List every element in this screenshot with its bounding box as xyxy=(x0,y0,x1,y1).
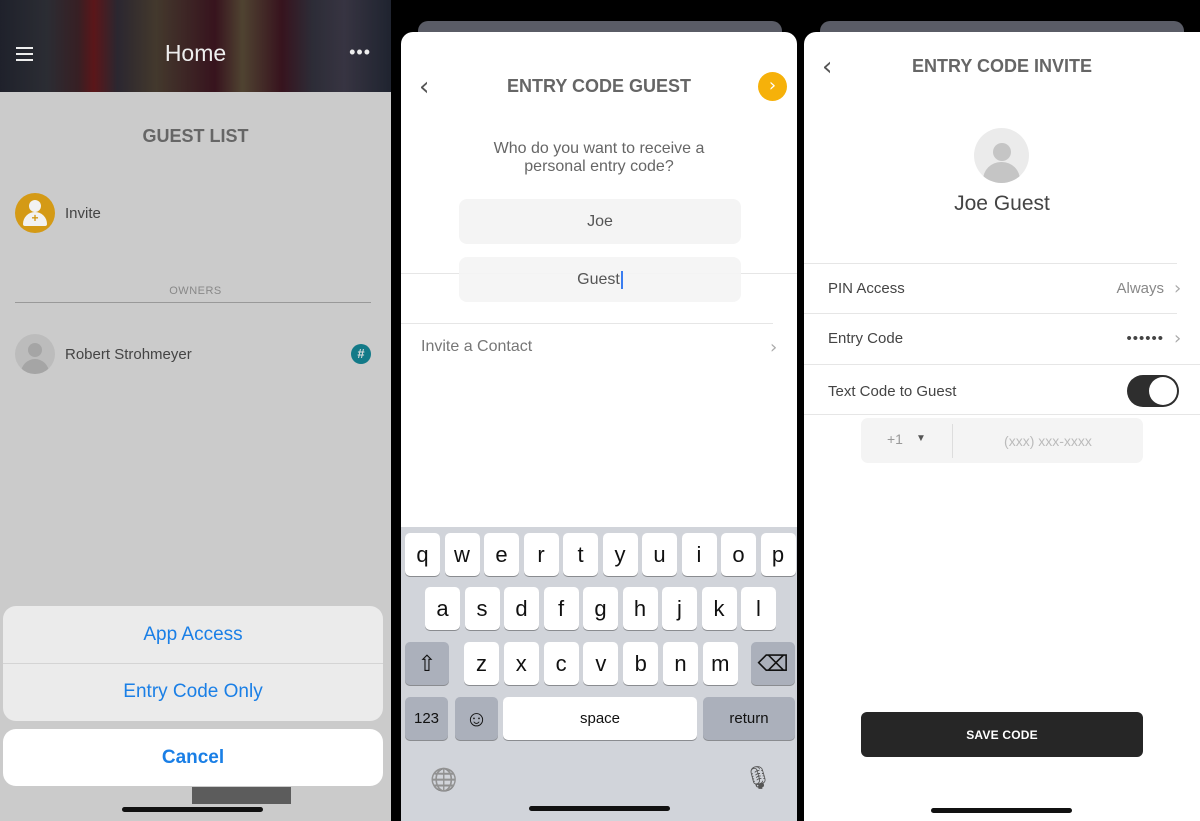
key-u[interactable]: u xyxy=(642,533,677,576)
key-e[interactable]: e xyxy=(484,533,519,576)
guest-list-screen: Home ••• GUEST LIST + Invite OWNERS Robe… xyxy=(0,0,391,821)
prompt-line-1: Who do you want to receive a xyxy=(493,140,705,157)
text-code-row: Text Code to Guest xyxy=(804,370,1200,414)
key-o[interactable]: o xyxy=(721,533,756,576)
key-y[interactable]: y xyxy=(602,533,638,576)
entry-code-only-option[interactable]: Entry Code Only xyxy=(3,663,383,720)
avatar xyxy=(974,128,1029,183)
pin-access-row[interactable]: PIN Access Always › xyxy=(804,264,1200,314)
guest-list-title: GUEST LIST xyxy=(142,126,249,146)
key-p[interactable]: p xyxy=(760,533,796,576)
key-k[interactable]: k xyxy=(701,587,737,630)
home-indicator[interactable] xyxy=(931,808,1072,813)
action-sheet: App Access Entry Code Only xyxy=(3,606,383,721)
key-m[interactable]: m xyxy=(702,642,738,685)
key-i[interactable]: i xyxy=(681,533,717,576)
dropdown-arrow-icon[interactable]: ▼ xyxy=(916,433,926,444)
key-l[interactable]: l xyxy=(741,587,776,630)
key-x[interactable]: x xyxy=(503,642,539,685)
pin-access-label: PIN Access xyxy=(828,280,905,297)
key-t[interactable]: t xyxy=(563,533,598,576)
cancel-button[interactable]: Cancel xyxy=(3,729,383,786)
app-access-option[interactable]: App Access xyxy=(3,606,383,663)
first-name-value: Joe xyxy=(587,212,613,230)
page-title: ENTRY CODE GUEST xyxy=(506,76,692,96)
emoji-key[interactable]: ☺ xyxy=(455,697,498,740)
globe-icon[interactable]: 🌐 xyxy=(430,767,457,793)
pin-access-value: Always xyxy=(1116,280,1164,297)
key-n[interactable]: n xyxy=(663,642,698,685)
on-screen-keyboard: qwertyuiop asdfghjkl ⇧ ⌫ zxcvbnm 123 ☺ s… xyxy=(401,527,797,821)
entry-code-invite-screen: ‹ ENTRY CODE INVITE Joe Guest PIN Access… xyxy=(804,32,1200,821)
entry-code-guest-screen: ‹ ENTRY CODE GUEST › Who do you want to … xyxy=(401,32,797,821)
home-indicator[interactable] xyxy=(122,807,263,812)
key-s[interactable]: s xyxy=(464,587,500,630)
numbers-key[interactable]: 123 xyxy=(405,697,448,740)
owner-list-item[interactable]: Robert Strohmeyer # xyxy=(15,334,371,374)
entry-code-masked-value: •••••• xyxy=(1126,330,1164,347)
add-user-icon: + xyxy=(15,193,55,233)
key-h[interactable]: h xyxy=(622,587,658,630)
background-tab-bar xyxy=(192,787,291,804)
guest-name: Joe Guest xyxy=(954,192,1050,215)
text-caret xyxy=(620,270,623,289)
chevron-right-icon: › xyxy=(1174,328,1182,349)
home-indicator[interactable] xyxy=(529,806,670,811)
keyboard-row-3: ⇧ ⌫ zxcvbnm xyxy=(401,642,797,686)
first-name-input[interactable]: Joe xyxy=(459,199,741,244)
key-j[interactable]: j xyxy=(662,587,697,630)
avatar xyxy=(15,334,55,374)
country-code-select[interactable]: +1 xyxy=(887,431,903,447)
prompt-text: Who do you want to receive a personal en… xyxy=(401,140,797,176)
prompt-line-2: personal entry code? xyxy=(524,158,674,175)
last-name-input[interactable]: Guest xyxy=(459,257,741,302)
key-r[interactable]: r xyxy=(523,533,559,576)
divider xyxy=(804,414,1200,415)
key-d[interactable]: d xyxy=(504,587,539,630)
key-q[interactable]: q xyxy=(405,533,440,576)
key-v[interactable]: v xyxy=(583,642,619,685)
next-chevron-icon[interactable]: › xyxy=(758,72,787,101)
space-key[interactable]: space xyxy=(503,697,697,740)
text-code-toggle[interactable] xyxy=(1127,375,1179,407)
owners-section-label: OWNERS xyxy=(169,285,222,297)
chevron-right-icon: › xyxy=(770,337,778,358)
chevron-right-icon: › xyxy=(1174,278,1182,299)
phone-field: +1 ▼ xyxy=(861,418,1143,463)
phone-number-input[interactable] xyxy=(953,418,1143,463)
save-code-button[interactable]: SAVE CODE xyxy=(861,712,1143,757)
keyboard-row-1: qwertyuiop xyxy=(401,533,797,577)
key-a[interactable]: a xyxy=(425,587,460,630)
key-g[interactable]: g xyxy=(583,587,618,630)
return-key[interactable]: return xyxy=(703,697,795,740)
more-dots-icon[interactable]: ••• xyxy=(349,42,371,63)
home-title: Home xyxy=(164,40,227,66)
entry-code-label: Entry Code xyxy=(828,330,904,347)
key-c[interactable]: c xyxy=(543,642,579,685)
invite-label: Invite xyxy=(65,204,101,222)
divider xyxy=(804,364,1200,365)
last-name-value: Guest xyxy=(577,270,620,288)
key-z[interactable]: z xyxy=(464,642,499,685)
invite-button[interactable]: + Invite xyxy=(15,193,101,233)
key-b[interactable]: b xyxy=(623,642,659,685)
invite-contact-link[interactable]: Invite a Contact xyxy=(421,338,532,356)
text-code-label: Text Code to Guest xyxy=(828,383,957,400)
entry-code-row[interactable]: Entry Code •••••• › xyxy=(804,314,1200,364)
owner-name: Robert Strohmeyer xyxy=(65,345,192,363)
page-title: ENTRY CODE INVITE xyxy=(911,56,1093,76)
shift-key[interactable]: ⇧ xyxy=(405,642,449,685)
key-w[interactable]: w xyxy=(444,533,480,576)
divider xyxy=(15,302,371,303)
divider xyxy=(401,323,773,324)
entry-code-badge-icon: # xyxy=(351,344,371,364)
keyboard-row-2: asdfghjkl xyxy=(401,587,797,631)
backspace-key[interactable]: ⌫ xyxy=(751,642,795,685)
microphone-icon[interactable]: 🎙 xyxy=(744,765,772,791)
keyboard-row-4: 123 ☺ space return xyxy=(401,697,797,741)
key-f[interactable]: f xyxy=(543,587,579,630)
